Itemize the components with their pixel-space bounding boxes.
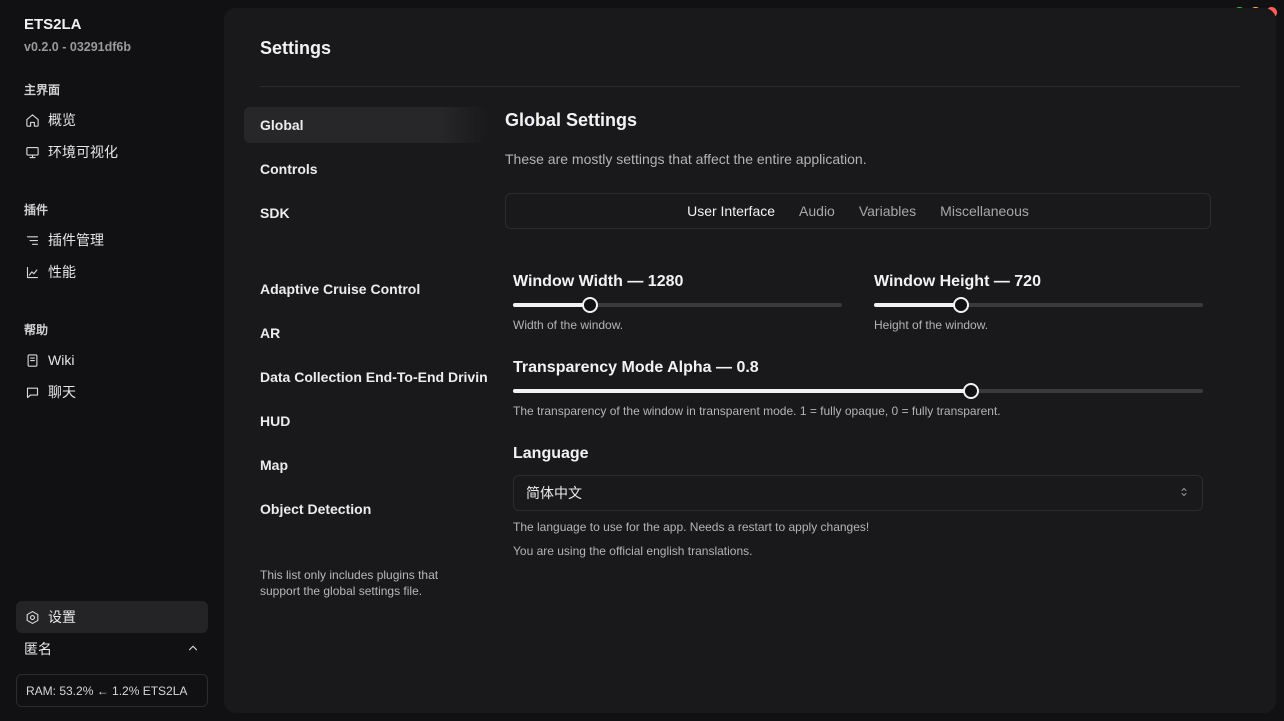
- user-menu[interactable]: 匿名: [16, 634, 208, 664]
- sidebar-item-wiki[interactable]: Wiki: [16, 345, 208, 375]
- book-icon: [24, 352, 40, 368]
- chart-icon: [24, 264, 40, 280]
- slider-thumb[interactable]: [582, 297, 599, 313]
- sidebar-item-overview[interactable]: 概览: [16, 105, 208, 135]
- group-label-main: 主界面: [24, 83, 61, 97]
- app-window: ETS2LA v0.2.0 - 03291df6b 主界面 概览 环境可视化 插…: [0, 0, 1284, 721]
- group-label-plugins: 插件: [24, 203, 49, 217]
- slider-fill: [513, 303, 591, 307]
- language-note: You are using the official english trans…: [513, 544, 753, 558]
- window-height-slider[interactable]: [874, 297, 1203, 313]
- slider-thumb[interactable]: [963, 383, 980, 399]
- sidebar-item-chat[interactable]: 聊天: [16, 377, 208, 407]
- window-width-label: Window Width — 1280: [513, 273, 684, 290]
- sidebar-item-label: 设置: [48, 609, 76, 625]
- group-label-help: 帮助: [24, 323, 49, 337]
- slider-fill: [874, 303, 962, 307]
- sidebar-item-label: 环境可视化: [48, 144, 118, 160]
- sidebar-item-label: 概览: [48, 112, 76, 128]
- chevron-up-icon: [186, 641, 200, 658]
- page-title: Settings: [260, 38, 332, 58]
- sidebar-item-label: Wiki: [48, 352, 75, 368]
- settings-content: Global Settings These are mostly setting…: [505, 8, 1225, 713]
- sidebar-item-visualization[interactable]: 环境可视化: [16, 137, 208, 167]
- slider-thumb[interactable]: [953, 297, 970, 313]
- list-icon: [24, 232, 40, 248]
- window-height-help: Height of the window.: [874, 318, 989, 332]
- category-object-detection[interactable]: Object Detection: [244, 491, 488, 527]
- category-note: This list only includes plugins that sup…: [260, 568, 439, 598]
- app-version: v0.2.0 - 03291df6b: [24, 40, 132, 54]
- home-icon: [24, 112, 40, 128]
- window-width-help: Width of the window.: [513, 318, 624, 332]
- tab-variables[interactable]: Variables: [847, 203, 928, 219]
- app-name: ETS2LA: [24, 16, 82, 33]
- category-adaptive-cruise-control[interactable]: Adaptive Cruise Control: [244, 271, 488, 307]
- gear-icon: [24, 609, 40, 625]
- language-select[interactable]: 简体中文: [513, 475, 1203, 511]
- settings-tabs: User Interface Audio Variables Miscellan…: [505, 193, 1211, 229]
- chat-icon: [24, 384, 40, 400]
- category-ar[interactable]: AR: [244, 315, 488, 351]
- language-help: The language to use for the app. Needs a…: [513, 520, 870, 534]
- sidebar-item-performance[interactable]: 性能: [16, 257, 208, 287]
- main-panel: Settings Global Controls SDK Adaptive Cr…: [224, 8, 1276, 713]
- chevron-up-down-icon: [1178, 485, 1190, 501]
- slider-fill: [513, 389, 972, 393]
- sidebar-item-label: 插件管理: [48, 232, 104, 248]
- window-height-label: Window Height — 720: [874, 273, 1041, 290]
- language-label: Language: [513, 445, 589, 462]
- monitor-icon: [24, 144, 40, 160]
- transparency-label: Transparency Mode Alpha — 0.8: [513, 359, 759, 376]
- tab-user-interface[interactable]: User Interface: [675, 203, 787, 219]
- category-controls[interactable]: Controls: [244, 151, 488, 187]
- category-data-collection[interactable]: Data Collection End-To-End Driving: [244, 359, 488, 395]
- sidebar-item-label: 性能: [48, 264, 76, 280]
- language-select-value: 简体中文: [526, 485, 582, 501]
- sidebar-item-plugin-manager[interactable]: 插件管理: [16, 225, 208, 255]
- window-width-slider[interactable]: [513, 297, 842, 313]
- status-bar: RAM: 53.2% ← 1.2% ETS2LA: [16, 674, 208, 707]
- category-map[interactable]: Map: [244, 447, 488, 483]
- tab-miscellaneous[interactable]: Miscellaneous: [928, 203, 1041, 219]
- sidebar-item-settings[interactable]: 设置: [16, 601, 208, 633]
- category-sdk[interactable]: SDK: [244, 195, 488, 231]
- user-name: 匿名: [24, 641, 52, 657]
- sidebar-item-label: 聊天: [48, 384, 76, 400]
- category-global[interactable]: Global: [244, 107, 488, 143]
- section-title: Global Settings: [505, 110, 638, 130]
- tab-audio[interactable]: Audio: [787, 203, 847, 219]
- category-hud[interactable]: HUD: [244, 403, 488, 439]
- transparency-slider[interactable]: [513, 383, 1203, 399]
- sidebar: ETS2LA v0.2.0 - 03291df6b 主界面 概览 环境可视化 插…: [0, 0, 224, 721]
- section-description: These are mostly settings that affect th…: [505, 151, 867, 167]
- transparency-help: The transparency of the window in transp…: [513, 404, 1001, 418]
